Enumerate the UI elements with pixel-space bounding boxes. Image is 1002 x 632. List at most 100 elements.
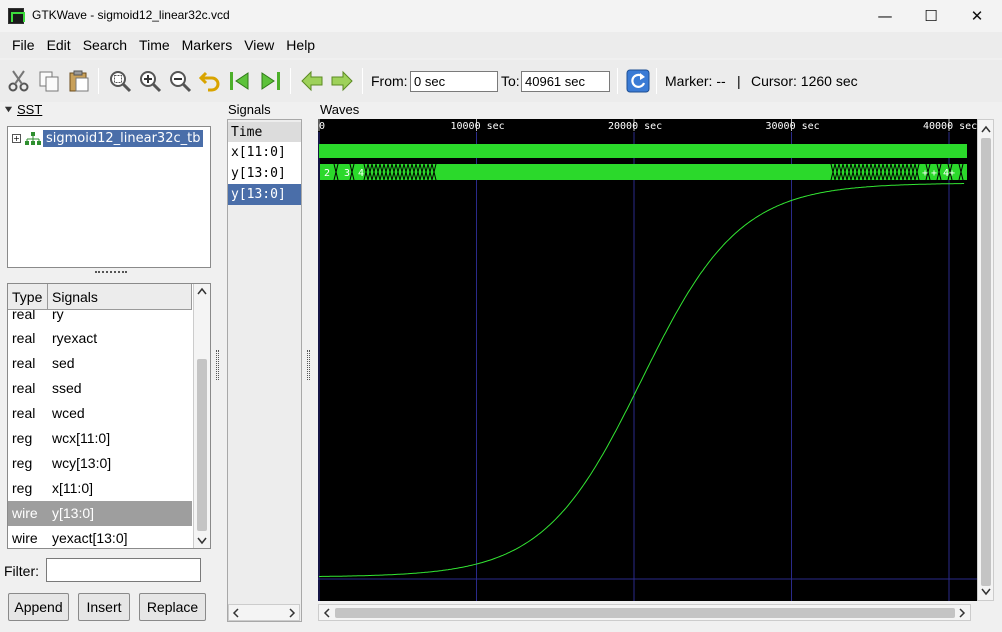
bus-value-label: +	[931, 168, 937, 179]
zoom-in-icon[interactable]	[138, 69, 162, 93]
time-tick-label: 0	[319, 121, 325, 132]
toolbar-separator	[362, 68, 363, 94]
tree-node-tb[interactable]: + sigmoid12_linear32c_tb	[12, 130, 204, 147]
to-label: To:	[501, 73, 520, 89]
zoom-fit-icon[interactable]	[108, 69, 132, 93]
list-item[interactable]: reg wcx[11:0]	[8, 426, 192, 451]
copy-icon[interactable]	[37, 69, 61, 93]
signal-type-list[interactable]: Type Signals real ry real ryexact real s…	[7, 283, 211, 549]
marker-readout: Marker: --	[665, 73, 726, 89]
time-tick-label: 40000 sec	[923, 121, 977, 132]
signals-pane-title: Signals	[228, 102, 271, 117]
pane-resize-grip[interactable]	[216, 350, 219, 380]
pane-resize-grip[interactable]	[307, 350, 310, 380]
maximize-button[interactable]: ☐	[908, 0, 954, 32]
scroll-left-icon[interactable]	[323, 608, 331, 618]
signal-name-y[interactable]: y[13:0]	[228, 163, 301, 184]
from-label: From:	[371, 73, 408, 89]
list-item[interactable]: real ssed	[8, 376, 192, 401]
toolbar-separator	[656, 68, 657, 94]
menu-bar: File Edit Search Time Markers View Help	[0, 32, 1002, 58]
toolbar-separator	[98, 68, 99, 94]
sst-tree[interactable]: + sigmoid12_linear32c_tb	[7, 126, 211, 268]
cursor-readout: Cursor: 1260 sec	[751, 73, 858, 89]
waves-vscroll-thumb[interactable]	[981, 138, 991, 586]
replace-button[interactable]: Replace	[139, 593, 206, 621]
waves-hscrollbar[interactable]	[318, 604, 971, 621]
go-start-icon[interactable]	[228, 69, 252, 93]
gtkwave-app-icon	[8, 8, 25, 24]
toolbar: From: 0 sec To: 40961 sec Marker: -- | C…	[0, 60, 1002, 102]
undo-icon[interactable]	[198, 69, 222, 93]
list-scroll-thumb[interactable]	[197, 359, 207, 531]
list-item[interactable]: reg x[11:0]	[8, 476, 192, 501]
signals-pane[interactable]: Time x[11:0] y[13:0] y[13:0]	[227, 119, 302, 622]
bus-value-label: 4+	[943, 168, 955, 179]
expand-icon[interactable]: +	[12, 134, 21, 143]
time-tick-label: 30000 sec	[766, 121, 820, 132]
column-header-signals[interactable]: Signals	[48, 284, 192, 310]
waves-pane-title: Waves	[320, 102, 360, 117]
to-time-input[interactable]: 40961 sec	[521, 71, 610, 92]
bus-value-label: +	[922, 168, 928, 179]
readout-separator: |	[737, 73, 741, 89]
menu-file[interactable]: File	[6, 37, 41, 53]
waveform-canvas[interactable]: 0 10000 sec 20000 sec 30000 sec 40000 sec 2 …	[318, 119, 977, 601]
scroll-up-icon[interactable]	[981, 125, 991, 133]
close-button[interactable]: ✕	[954, 0, 1000, 32]
list-scrollbar[interactable]	[193, 284, 210, 548]
reload-icon[interactable]	[626, 69, 650, 93]
list-item[interactable]: real wced	[8, 401, 192, 426]
scroll-up-icon[interactable]	[197, 287, 207, 295]
list-header: Type Signals	[8, 284, 192, 310]
menu-time[interactable]: Time	[133, 37, 176, 53]
paste-icon[interactable]	[67, 69, 91, 93]
minimize-button[interactable]: —	[862, 0, 908, 32]
time-tick-label: 20000 sec	[608, 121, 662, 132]
list-item[interactable]: wire yexact[13:0]	[8, 526, 192, 548]
bus-value-label: 3	[344, 168, 350, 179]
title-bar: GTKWave - sigmoid12_linear32c.vcd — ☐ ✕	[0, 0, 1002, 32]
menu-search[interactable]: Search	[77, 37, 133, 53]
waveform-svg[interactable]: 0 10000 sec 20000 sec 30000 sec 40000 sec 2 …	[318, 119, 977, 601]
list-item-selected[interactable]: wire y[13:0]	[8, 501, 192, 526]
collapse-triangle-icon[interactable]	[4, 105, 13, 114]
cut-icon[interactable]	[7, 69, 31, 93]
hierarchy-icon	[25, 131, 41, 145]
toolbar-separator	[617, 68, 618, 94]
zoom-out-icon[interactable]	[168, 69, 192, 93]
column-header-type[interactable]: Type	[8, 284, 48, 310]
signal-name-x[interactable]: x[11:0]	[228, 142, 301, 163]
scroll-right-icon[interactable]	[958, 608, 966, 618]
scroll-right-icon[interactable]	[288, 608, 296, 618]
analog-y-waveform[interactable]	[319, 183, 965, 577]
signal-name-y-analog-selected[interactable]: y[13:0]	[228, 184, 301, 205]
list-item[interactable]: real ryexact	[8, 326, 192, 351]
tree-node-label: sigmoid12_linear32c_tb	[43, 130, 204, 147]
menu-edit[interactable]: Edit	[41, 37, 77, 53]
list-item[interactable]: reg wcy[13:0]	[8, 451, 192, 476]
waves-hscroll-thumb[interactable]	[335, 608, 955, 618]
forward-icon[interactable]	[330, 69, 354, 93]
bus-x-waveform[interactable]	[319, 144, 967, 158]
menu-view[interactable]: View	[238, 37, 280, 53]
time-row-label: Time	[228, 122, 301, 143]
scroll-down-icon[interactable]	[981, 588, 991, 596]
toolbar-separator	[290, 68, 291, 94]
append-button[interactable]: Append	[8, 593, 69, 621]
waves-vscrollbar[interactable]	[977, 119, 994, 601]
menu-help[interactable]: Help	[280, 37, 321, 53]
bus-value-label: 4	[358, 168, 364, 179]
back-icon[interactable]	[300, 69, 324, 93]
menu-markers[interactable]: Markers	[176, 37, 239, 53]
scroll-down-icon[interactable]	[197, 537, 207, 545]
bus-value-label: 2	[324, 168, 330, 179]
from-time-input[interactable]: 0 sec	[410, 71, 498, 92]
scroll-left-icon[interactable]	[232, 608, 240, 618]
pane-resize-grip[interactable]	[95, 271, 127, 275]
go-end-icon[interactable]	[258, 69, 282, 93]
insert-button[interactable]: Insert	[78, 593, 130, 621]
filter-input[interactable]	[46, 558, 201, 582]
signals-hscrollbar[interactable]	[228, 604, 300, 621]
list-item[interactable]: real sed	[8, 351, 192, 376]
